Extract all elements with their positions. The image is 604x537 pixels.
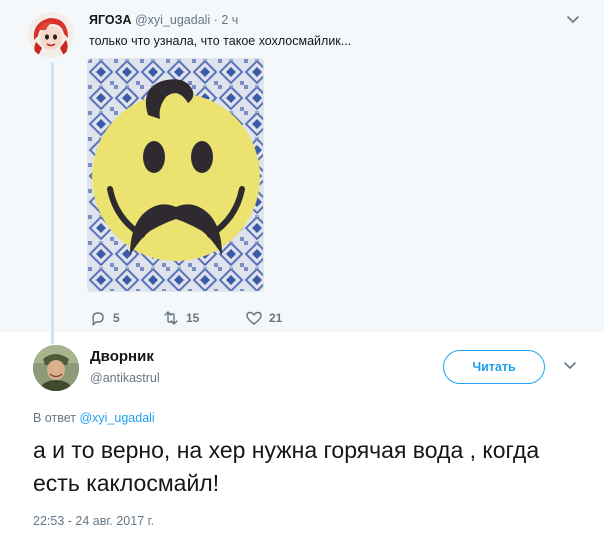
smiley-with-mustache-image — [88, 59, 263, 291]
avatar-photo-icon — [33, 345, 79, 391]
avatar-cartoon-icon — [28, 12, 74, 58]
thread-line — [51, 62, 54, 344]
tweet-text: только что узнала, что такое хохлосмайли… — [89, 34, 352, 48]
reply-to-line: В ответ @xyi_ugadali — [33, 411, 155, 425]
user-handle[interactable]: @antikastrul — [90, 371, 160, 385]
follow-button[interactable]: Читать — [443, 350, 545, 384]
avatar[interactable] — [33, 345, 79, 391]
like-action[interactable]: 21 — [245, 309, 282, 327]
like-count: 21 — [269, 311, 283, 325]
tweet-text: а и то верно, на хер нужна горячая вода … — [33, 437, 540, 496]
avatar[interactable] — [28, 12, 74, 58]
reply-action[interactable]: 5 — [89, 309, 120, 327]
reply-to-handle-link[interactable]: @xyi_ugadali — [79, 411, 154, 425]
tweet-image[interactable] — [87, 58, 264, 292]
reply-to-prefix: В ответ — [33, 411, 76, 425]
tweet-time[interactable]: 2 ч — [221, 13, 238, 27]
chevron-down-icon[interactable] — [566, 14, 580, 26]
user-handle[interactable]: @xyi_ugadali — [135, 13, 210, 27]
reply-count: 5 — [113, 311, 120, 325]
parent-tweet[interactable]: ЯГОЗА @xyi_ugadali · 2 ч только что узна… — [0, 0, 604, 344]
separator: · — [213, 13, 218, 27]
display-name[interactable]: Дворник — [90, 348, 154, 365]
display-name[interactable]: ЯГОЗА — [89, 13, 132, 27]
retweet-action[interactable]: 15 — [162, 309, 199, 327]
retweet-icon — [164, 311, 178, 325]
retweet-count: 15 — [186, 311, 200, 325]
tweet-timestamp[interactable]: 22:53 - 24 авг. 2017 г. — [33, 514, 154, 528]
chevron-down-icon[interactable] — [563, 360, 577, 372]
parent-tweet-header: ЯГОЗА @xyi_ugadali · 2 ч — [89, 12, 238, 28]
reply-icon — [92, 312, 104, 326]
heart-icon — [246, 311, 262, 325]
